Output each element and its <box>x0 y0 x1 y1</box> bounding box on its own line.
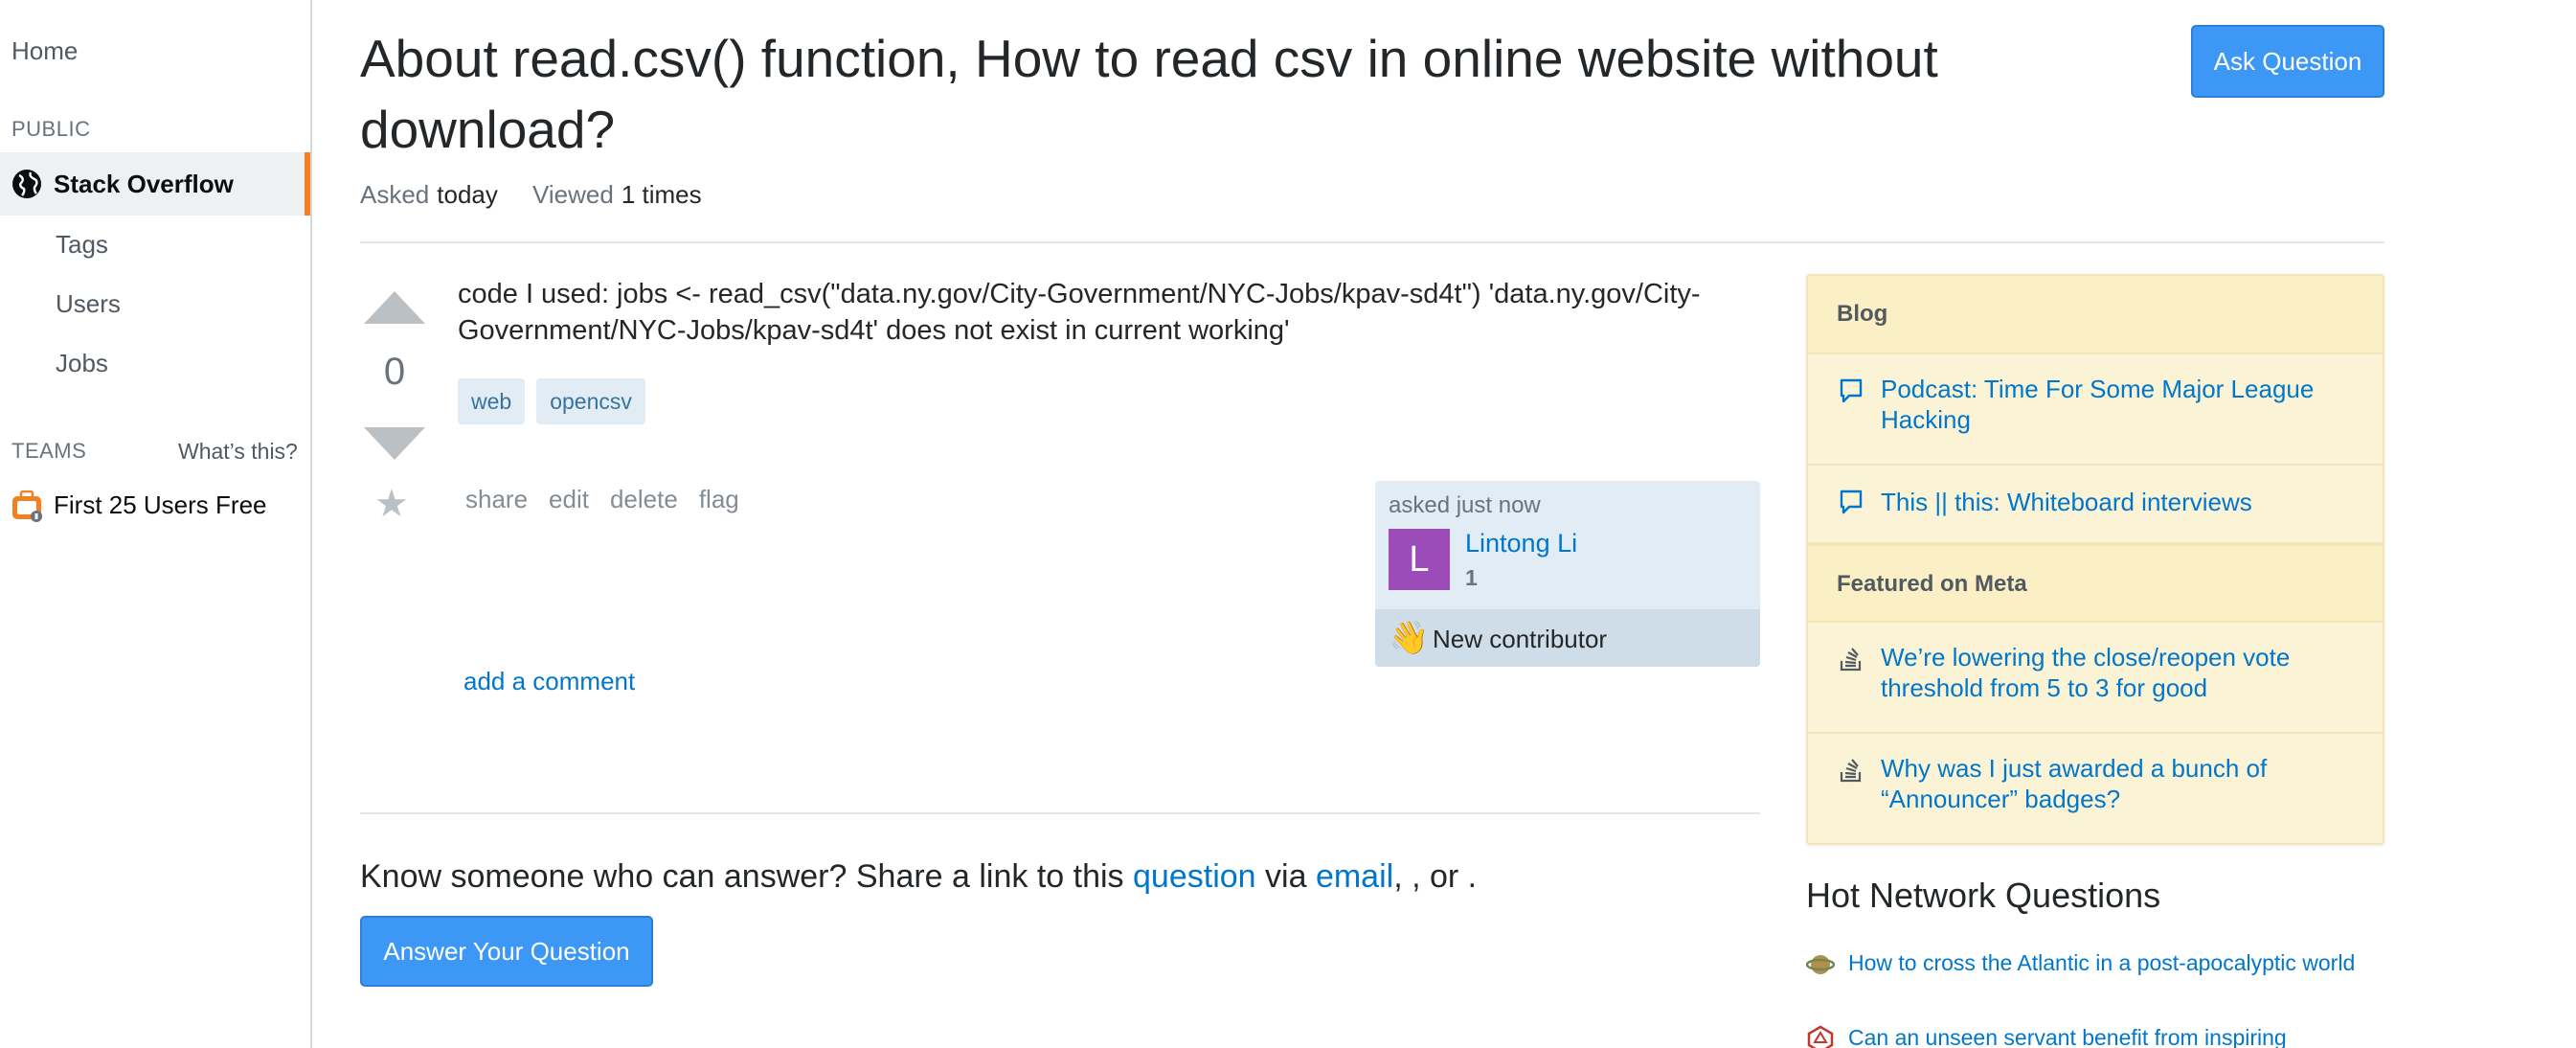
ask-question-button[interactable]: Ask Question <box>2191 25 2384 98</box>
nav-jobs[interactable]: Jobs <box>56 349 108 378</box>
share-via: via <box>1265 858 1307 895</box>
blog-widget: Blog Podcast: Time For Some Major League… <box>1806 274 2384 845</box>
share-email-link[interactable]: email <box>1316 858 1393 895</box>
hot-question-link-atlantic[interactable]: How to cross the Atlantic in a post-apoc… <box>1848 948 2365 977</box>
new-contributor-label: New contributor <box>1433 625 1608 653</box>
user-reputation: 1 <box>1465 565 1478 590</box>
question-title[interactable]: About read.csv() function, How to read c… <box>360 23 1988 165</box>
blog-link-whiteboard[interactable]: This || this: Whiteboard interviews <box>1881 487 2340 517</box>
nav-tags[interactable]: Tags <box>56 230 108 260</box>
teams-section-label: TEAMS <box>11 439 87 463</box>
viewed-info: Viewed 1 times <box>532 180 702 210</box>
blog-header: Blog <box>1808 276 2383 354</box>
vote-up-icon[interactable] <box>364 291 425 324</box>
blog-item: This || this: Whiteboard interviews <box>1808 466 2383 544</box>
tag-opencsv[interactable]: opencsv <box>536 378 645 424</box>
speech-bubble-icon <box>1840 378 1863 403</box>
globe-site-icon <box>1806 955 1835 974</box>
tag-web[interactable]: web <box>458 378 526 424</box>
meta-item: Why was I just awarded a bunch of “Annou… <box>1808 734 2383 843</box>
nav-stack-overflow-label: Stack Overflow <box>54 170 234 198</box>
teams-free-link[interactable]: First 25 Users Free <box>54 490 267 520</box>
meta-link-announcer[interactable]: Why was I just awarded a bunch of “Annou… <box>1881 753 2340 814</box>
header-divider <box>360 241 2384 243</box>
public-section-label: PUBLIC <box>11 117 91 141</box>
vote-down-icon[interactable] <box>364 427 425 460</box>
globe-icon <box>12 170 41 198</box>
stack-exchange-icon <box>1840 648 1862 672</box>
user-card: asked just now L Lintong Li 1 👋 New cont… <box>1375 481 1760 667</box>
flag-link[interactable]: flag <box>699 485 739 514</box>
hot-question-item: Can an unseen servant benefit from inspi… <box>1806 1023 2384 1048</box>
meta-link-vote-threshold[interactable]: We’re lowering the close/reopen vote thr… <box>1881 642 2340 703</box>
favorite-star-icon[interactable]: ★ <box>374 485 409 523</box>
share-suffix: , , or . <box>1393 858 1478 895</box>
new-contributor-row[interactable]: 👋 New contributor <box>1375 609 1760 667</box>
share-prompt: Know someone who can answer? Share a lin… <box>360 858 1477 896</box>
asked-info: Asked today <box>360 180 498 210</box>
user-name-link[interactable]: Lintong Li <box>1465 529 1577 558</box>
asked-value: today <box>437 180 498 209</box>
whats-this-link[interactable]: What’s this? <box>178 439 298 465</box>
answer-question-button[interactable]: Answer Your Question <box>360 916 653 987</box>
dice-site-icon <box>1807 1025 1834 1048</box>
speech-bubble-icon <box>1840 490 1863 514</box>
meta-header: Featured on Meta <box>1808 544 2383 623</box>
share-prefix: Know someone who can answer? Share a lin… <box>360 858 1124 895</box>
post-body: code I used: jobs <- read_csv("data.ny.g… <box>458 279 1701 346</box>
nav-users[interactable]: Users <box>56 289 121 319</box>
blog-item: Podcast: Time For Some Major League Hack… <box>1808 354 2383 466</box>
hot-network-title: Hot Network Questions <box>1806 876 2161 915</box>
post-tags: web opencsv <box>458 378 645 424</box>
delete-link[interactable]: delete <box>610 485 678 514</box>
viewed-value: 1 times <box>621 180 702 209</box>
post-menu: share edit delete flag <box>465 485 739 514</box>
hot-question-item: How to cross the Atlantic in a post-apoc… <box>1806 948 2384 1010</box>
edit-link[interactable]: edit <box>549 485 589 514</box>
avatar[interactable]: L <box>1389 529 1450 590</box>
nav-home[interactable]: Home <box>11 36 78 66</box>
nav-stack-overflow[interactable]: Stack Overflow <box>0 152 310 216</box>
body-divider <box>360 812 1760 814</box>
add-comment-link[interactable]: add a comment <box>463 667 635 696</box>
stack-exchange-icon <box>1840 759 1862 783</box>
vote-count: 0 <box>383 351 406 393</box>
asked-time: asked just now <box>1389 492 1541 518</box>
blog-link-podcast[interactable]: Podcast: Time For Some Major League Hack… <box>1881 374 2340 435</box>
share-link[interactable]: share <box>465 485 528 514</box>
viewed-label: Viewed <box>532 180 614 209</box>
asked-label: Asked <box>360 180 430 209</box>
waving-hand-icon: 👋 <box>1389 620 1430 656</box>
left-sidebar: Home PUBLIC Stack Overflow Tags Users Jo… <box>0 0 312 1048</box>
hot-question-link-unseen-servant[interactable]: Can an unseen servant benefit from inspi… <box>1848 1023 2365 1048</box>
share-question-link[interactable]: question <box>1133 858 1256 895</box>
meta-item: We’re lowering the close/reopen vote thr… <box>1808 623 2383 734</box>
briefcase-icon <box>12 490 42 522</box>
